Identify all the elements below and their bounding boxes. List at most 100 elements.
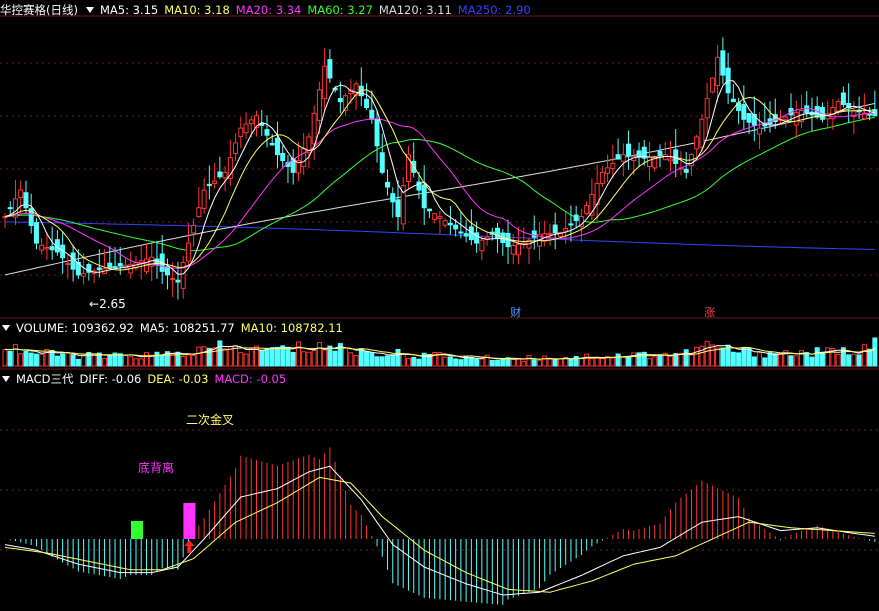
volume-bar (626, 356, 632, 367)
candle-down (495, 227, 501, 239)
ma-labels-item: MA60: 3.27 (307, 3, 373, 17)
volume-bar (767, 352, 773, 367)
volume-bar (458, 359, 464, 367)
macd-labels-item: DEA: -0.03 (147, 372, 209, 386)
volume-bar (825, 347, 831, 367)
volume-bar (143, 352, 149, 367)
candle-up (201, 189, 207, 209)
volume-bar (243, 353, 249, 367)
candle-up (39, 244, 45, 251)
volume-bar (652, 356, 658, 367)
candle-down (746, 113, 752, 123)
macd-legend: MACD三代 DIFF: -0.06 DEA: -0.03 MACD: -0.05 (16, 372, 292, 386)
candle-down (840, 92, 846, 106)
volume-bar (495, 359, 501, 367)
volume-bar (715, 347, 721, 367)
volume-bar (557, 358, 563, 367)
candle-down (683, 168, 689, 173)
candle-down (379, 152, 385, 173)
volume-bar (44, 348, 50, 367)
volume-bar (683, 349, 689, 367)
chevron-down-icon[interactable] (2, 376, 10, 382)
candle-up (311, 112, 317, 145)
macd-labels-item: MACD三代 (16, 372, 74, 386)
volume-bar (516, 358, 522, 367)
candle-up (835, 101, 841, 112)
candle-up (301, 148, 307, 167)
volume-bar (584, 353, 590, 367)
signal-block (183, 503, 196, 539)
candle-up (647, 156, 653, 168)
candle-down (421, 184, 427, 209)
volume-bar (804, 352, 810, 367)
ma-legend: MA5: 3.15 MA10: 3.18 MA20: 3.34 MA60: 3.27 M… (100, 3, 537, 17)
volume-bar (385, 355, 391, 367)
volume-bar (332, 350, 338, 367)
volume-bar (531, 359, 537, 367)
candle-up (667, 158, 673, 162)
price-panel-header: 华控赛格(日线) MA5: 3.15 MA10: 3.18 MA20: 3.34 MA6… (0, 2, 543, 18)
candle-down (369, 109, 375, 120)
candle-down (531, 230, 537, 238)
volume-bar (788, 355, 794, 367)
volume-bar (123, 354, 129, 367)
candle-down (112, 266, 118, 269)
volume-bar (107, 355, 113, 367)
volume-bar (819, 352, 825, 367)
macd-panel-header: MACD三代 DIFF: -0.06 DEA: -0.03 MACD: -0.05 (0, 371, 298, 387)
volume-bar (615, 353, 621, 367)
candle-down (269, 142, 275, 146)
volume-bar (657, 354, 663, 367)
candle-up (510, 244, 516, 255)
volume-bar (736, 352, 742, 367)
volume-bar (39, 353, 45, 367)
event-tag[interactable]: 财 (508, 304, 523, 320)
volume-bar (688, 354, 694, 367)
candle-down (463, 233, 469, 237)
stock-name[interactable]: 华控赛格 (0, 3, 46, 17)
macd-signal-blocks (131, 503, 196, 553)
volume-bar (526, 354, 532, 367)
volume-bar (411, 357, 417, 367)
volume-bar (610, 356, 616, 367)
volume-bar (578, 358, 584, 367)
volume-bar (453, 358, 459, 367)
chevron-down-icon[interactable] (2, 325, 10, 331)
volume-bar (128, 356, 134, 367)
volume-bar (264, 348, 270, 367)
candle-up (65, 262, 71, 265)
volume-bar (489, 359, 495, 367)
volume-bar (196, 346, 202, 367)
candle-down (217, 171, 223, 178)
candle-up (479, 239, 485, 252)
volume-bar (33, 353, 39, 367)
candle-down (70, 252, 76, 270)
volume-bar (620, 356, 626, 367)
ma-labels-item: MA5: 3.15 (99, 3, 159, 17)
period-label[interactable]: (日线) (46, 3, 78, 17)
volume-bar (536, 360, 542, 367)
candle-up (694, 136, 700, 150)
candle-up (233, 142, 239, 154)
candle-down (274, 137, 280, 156)
candle-up (432, 213, 438, 220)
volume-bar (212, 347, 218, 367)
volume-bar (594, 357, 600, 367)
volume-bar (730, 351, 736, 367)
chevron-down-icon[interactable] (85, 7, 94, 13)
candle-up (442, 220, 448, 226)
volume-bar (746, 348, 752, 367)
volume-legend: VOLUME: 109362.92 MA5: 108251.77 MA10: 108… (16, 321, 349, 335)
volume-bar (191, 354, 197, 367)
candle-down (337, 98, 343, 103)
volume-bar (238, 352, 244, 367)
candle-down (107, 262, 113, 269)
event-tag[interactable]: 涨 (702, 304, 717, 320)
candle-down (364, 98, 370, 108)
volume-bar (741, 347, 747, 367)
volume-bar (442, 356, 448, 367)
volume-bar (117, 353, 123, 367)
candle-up (185, 242, 191, 262)
candle-down (23, 192, 29, 209)
candle-down (426, 208, 432, 212)
